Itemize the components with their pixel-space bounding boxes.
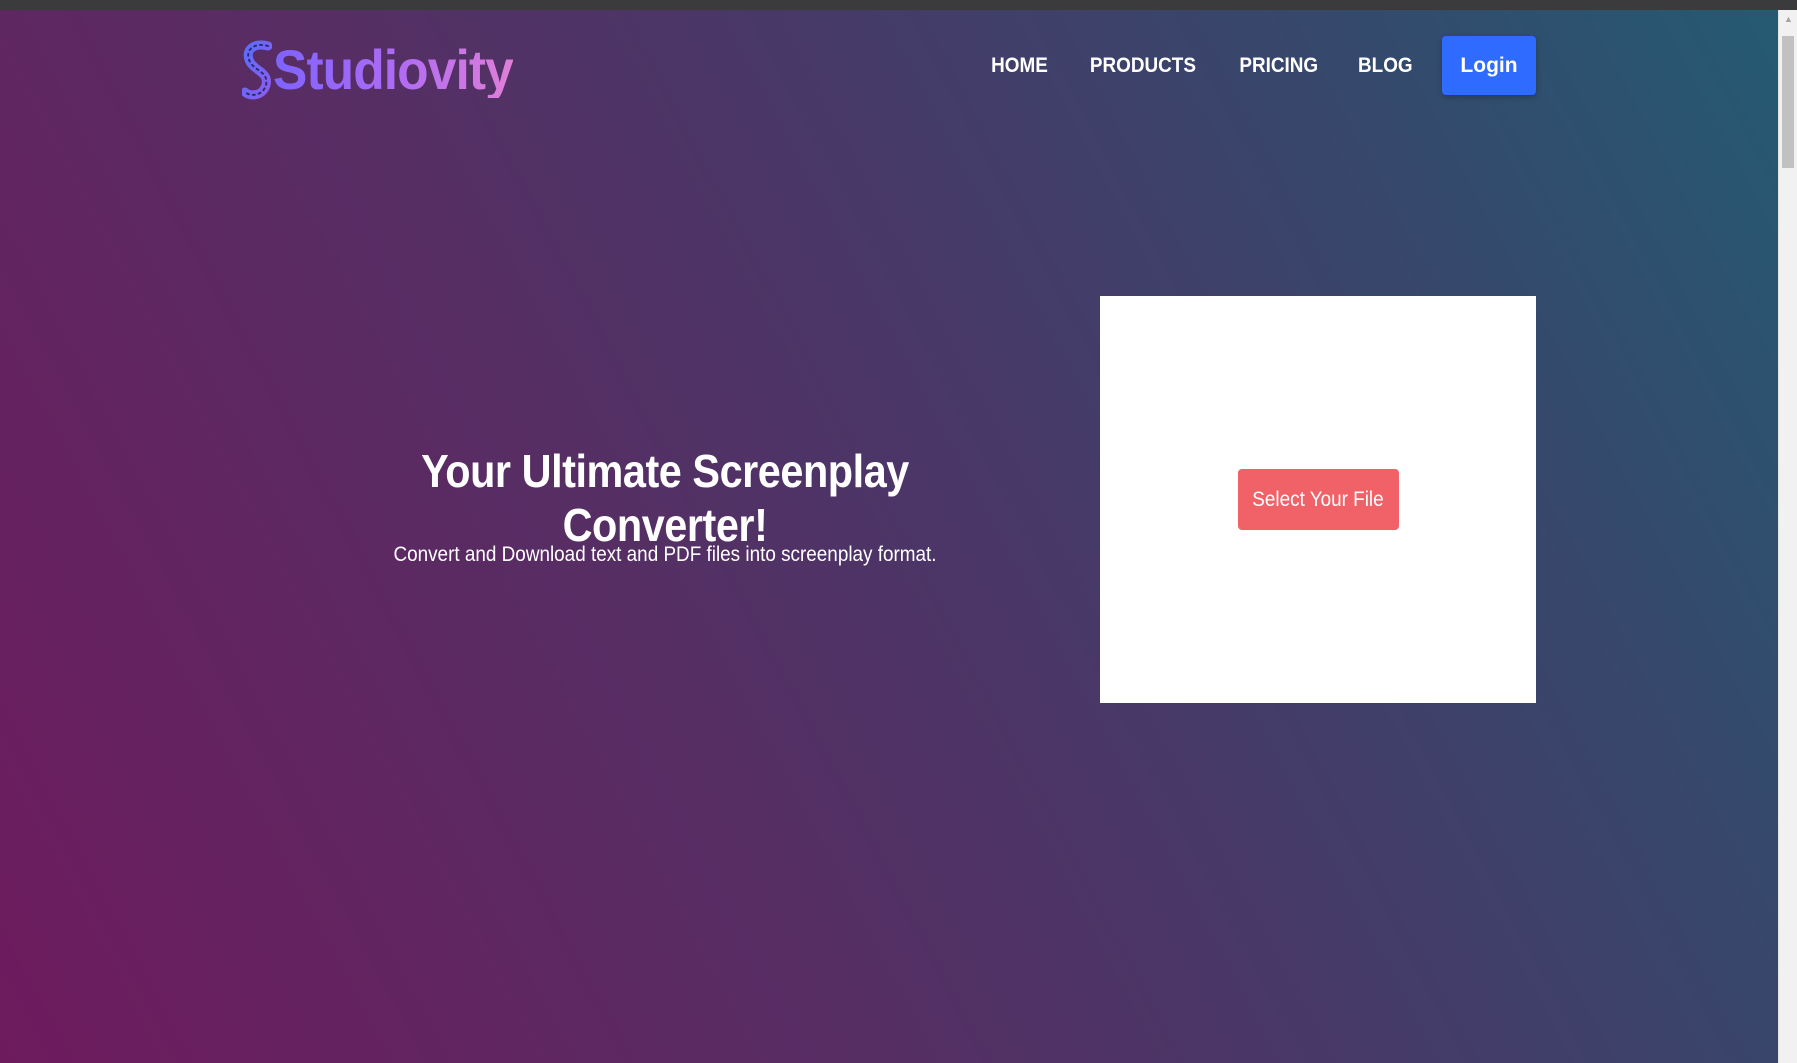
select-file-button[interactable]: Select Your File — [1237, 469, 1399, 530]
select-file-label: Select Your File — [1252, 487, 1384, 511]
brand-logo[interactable]: Studiovity — [242, 34, 534, 106]
nav-home-link[interactable]: HOME — [991, 54, 1048, 78]
login-button[interactable]: Login — [1442, 36, 1536, 95]
landing-page: Studiovity HOME PRODUCTS PRICING BLOG Lo… — [0, 10, 1778, 1063]
brand-name: Studiovity — [273, 38, 514, 101]
nav-products-link[interactable]: PRODUCTS — [1090, 54, 1196, 78]
scrollbar-thumb[interactable] — [1782, 36, 1794, 168]
hero-title: Your Ultimate Screenplay Converter! — [421, 445, 909, 551]
film-strip-s-icon — [242, 40, 272, 100]
main-nav: HOME PRODUCTS PRICING BLOG Login — [988, 36, 1536, 95]
nav-pricing-link[interactable]: PRICING — [1239, 54, 1318, 78]
browser-top-bar — [0, 0, 1797, 10]
upload-card: Select Your File — [1100, 296, 1536, 703]
scroll-up-arrow-icon[interactable]: ▲ — [1779, 10, 1797, 27]
nav-blog-link[interactable]: BLOG — [1358, 54, 1413, 78]
page-scrollbar[interactable]: ▲ — [1778, 10, 1797, 1063]
hero-subtitle: Convert and Download text and PDF files … — [393, 543, 937, 566]
